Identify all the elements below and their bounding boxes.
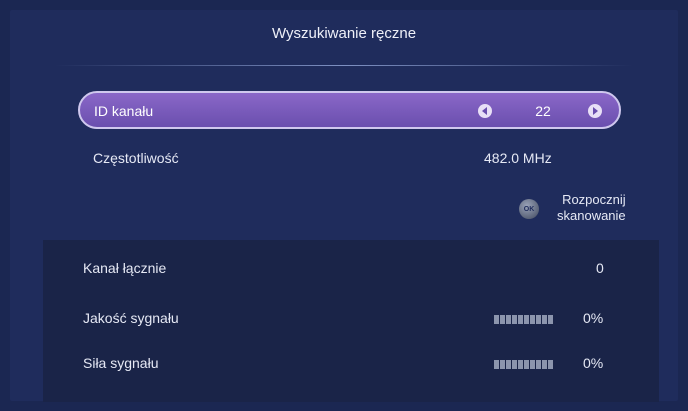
arrow-left-icon[interactable]: [478, 104, 492, 118]
signal-quality-label: Jakość sygnału: [83, 310, 179, 326]
start-scan-line2: skanowanie: [557, 208, 626, 223]
signal-quality-meter: [494, 315, 553, 324]
page-title: Wyszukiwanie ręczne: [271, 25, 417, 42]
start-scan-button[interactable]: Rozpocznij skanowanie: [557, 192, 626, 224]
signal-strength-label: Siła sygnału: [83, 355, 159, 371]
title-divider: [55, 65, 633, 66]
signal-quality-value: 0%: [583, 310, 604, 326]
arrow-right-icon[interactable]: [588, 104, 602, 118]
channel-id-label: ID kanału: [94, 103, 154, 119]
frequency-label[interactable]: Częstotliwość: [93, 150, 179, 166]
total-channels-label: Kanał łącznie: [83, 260, 167, 276]
channel-id-row[interactable]: ID kanału 22: [78, 91, 621, 129]
total-channels-value: 0: [596, 260, 604, 276]
ok-icon-text: OK: [523, 205, 535, 213]
frequency-value: 482.0 MHz: [484, 150, 552, 166]
channel-id-value: 22: [535, 103, 551, 119]
start-scan-line1: Rozpocznij: [562, 192, 626, 207]
ok-button-icon[interactable]: OK: [519, 199, 539, 219]
signal-info-box: Kanał łącznie 0 Jakość sygnału 0% Siła s…: [43, 240, 659, 402]
signal-strength-meter: [494, 360, 553, 369]
signal-strength-value: 0%: [583, 355, 604, 371]
